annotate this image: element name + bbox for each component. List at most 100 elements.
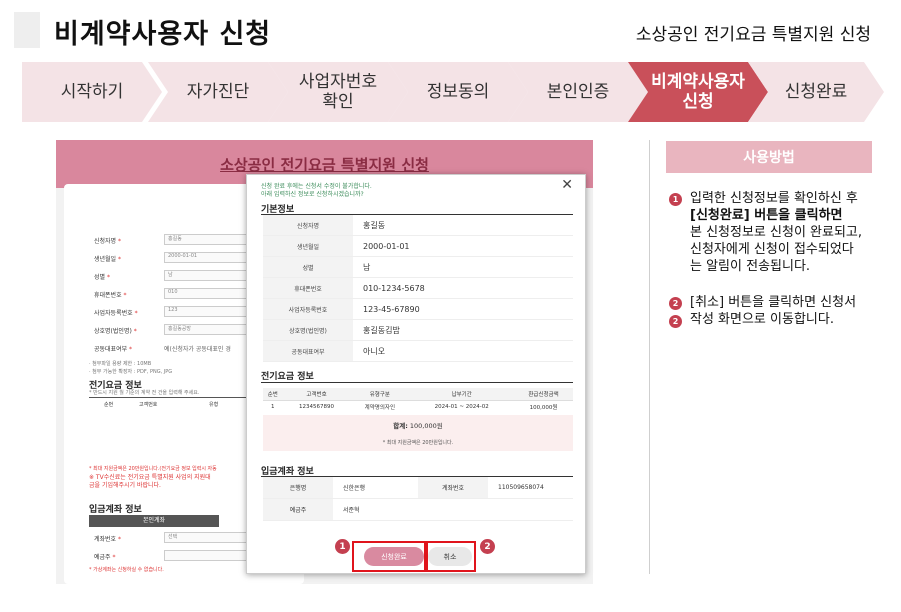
col-header: 환급신청금액: [514, 388, 573, 401]
form-banner-title: 소상공인 전기요금 특별지원 신청: [220, 156, 429, 174]
info-row: 성별 남: [263, 257, 573, 278]
holder-value: 서준혁: [343, 507, 360, 514]
bank-value: 신한은행: [343, 485, 366, 492]
divider: [261, 382, 573, 383]
info-label: 휴대폰번호: [263, 278, 353, 298]
elec-table: 순번 고객번호 유형구분 납부기간 환급신청금액 1 1234567890 계약…: [263, 388, 573, 413]
bg-field-input[interactable]: 홍길동공방: [164, 324, 254, 335]
info-label: 상호명(법인명): [263, 320, 353, 340]
step-business-number: 사업자번호 확인: [268, 62, 408, 122]
bg-field-label: 신청자명 *: [94, 238, 122, 245]
info-row: 상호명(법인명) 홍길동김밥: [263, 320, 573, 341]
notice-line: 신청 완료 후에는 신청서 수정이 불가합니다.: [261, 183, 372, 190]
step-start: 시작하기: [22, 62, 162, 122]
progress-steps: 시작하기 자가진단 사업자번호 확인 정보동의 본인인증 비계약사용자 신청 신…: [22, 62, 884, 122]
info-value: 123-45-67890: [363, 304, 420, 314]
col-header: 납부기간: [409, 388, 515, 401]
step-non-contract-apply: 비계약사용자 신청: [628, 62, 768, 122]
bg-field-input[interactable]: 홍길동: [164, 234, 254, 245]
info-value: 아니오: [363, 346, 386, 356]
info-value: 010-1234-5678: [363, 283, 425, 293]
modal-notice: 신청 완료 후에는 신청서 수정이 불가합니다. 아래 입력하신 정보로 신청하…: [261, 183, 372, 199]
usage-step-2: [취소] 버튼을 클릭하면 신청서 작성 화면으로 이동합니다.: [690, 294, 856, 328]
col-header: 고객번호: [282, 388, 351, 401]
usage-line: [신청완료] 버튼을 클릭하면: [690, 208, 843, 223]
table-cell: 1234567890: [299, 403, 335, 410]
usage-line: [취소] 버튼을 클릭하면 신청서: [690, 295, 857, 310]
col-header: 유형구분: [350, 388, 410, 401]
account-number-label: 계좌번호: [418, 477, 488, 498]
bg-holder-input[interactable]: [164, 550, 254, 561]
sum-label: 합계:: [393, 422, 408, 430]
highlight-submit: [352, 541, 426, 572]
usage-line: 입력한 신청정보를 확인하신 후: [690, 191, 858, 206]
usage-badge-2b: 2: [669, 315, 682, 328]
bg-file-note: · 첨부 가능한 확장자 : PDF, PNG, JPG: [89, 369, 173, 375]
holder-label: 예금주: [263, 499, 333, 520]
bg-field-label: 예금주 *: [94, 554, 116, 561]
step-identity-verify: 본인인증: [508, 62, 648, 122]
account-row: 예금주 서준혁: [263, 499, 573, 521]
page-title: 비계약사용자 신청: [54, 19, 272, 50]
usage-badge-2: 2: [669, 297, 682, 310]
table-cell: 2024-01 ~ 2024-02: [434, 403, 489, 410]
sum-note: * 최대 지원금액은 20만원입니다.: [382, 440, 454, 446]
sum-value: 100,000원: [409, 422, 443, 430]
usage-step-1: 입력한 신청정보를 확인하신 후 [신청완료] 버튼을 클릭하면 본 신청정보로…: [690, 190, 862, 275]
bg-field-label: 사업자등록번호 *: [94, 310, 138, 317]
bg-field-input[interactable]: 010: [164, 288, 254, 299]
bg-col: 순번: [104, 402, 114, 408]
confirm-modal: ✕ 신청 완료 후에는 신청서 수정이 불가합니다. 아래 입력하신 정보로 신…: [246, 174, 586, 574]
step-complete: 신청완료: [748, 62, 884, 122]
info-row: 생년월일 2000-01-01: [263, 236, 573, 257]
info-label: 사업자등록번호: [263, 299, 353, 319]
table-row: 1 1234567890 계약명의자인 2024-01 ~ 2024-02 10…: [263, 400, 573, 413]
info-label: 생년월일: [263, 236, 353, 256]
table-header-row: 순번 고객번호 유형구분 납부기간 환급신청금액: [263, 388, 573, 401]
info-row: 공동대표여부 아니오: [263, 341, 573, 362]
close-icon[interactable]: ✕: [561, 177, 573, 193]
info-label: 신청자명: [263, 215, 353, 235]
bg-field-label: 휴대폰번호 *: [94, 292, 127, 299]
usage-badge-1: 1: [669, 193, 682, 206]
header-decoration: [14, 12, 40, 48]
bg-bank-select[interactable]: 선택: [164, 532, 254, 543]
usage-line: 신청자에게 신청이 접수되었다: [690, 242, 854, 257]
sum-text: 합계: 100,000원: [263, 420, 573, 430]
bg-elec-note: * 반드시 지원 월 기준의 계약 전 건을 입력해 주세요.: [89, 390, 200, 396]
bg-field-label: 성별 *: [94, 274, 110, 281]
bg-field-input[interactable]: 123: [164, 306, 254, 317]
step-info-consent: 정보동의: [388, 62, 528, 122]
bg-cofounder-option[interactable]: 예(신청자가 공동대표인 경: [164, 344, 231, 353]
bg-field-label: 계좌번호 *: [94, 536, 122, 543]
usage-line: 본 신청정보로 신청이 완료되고,: [690, 225, 863, 240]
bg-field-label: 상호명(법인명) *: [94, 328, 137, 335]
bank-label: 은행명: [263, 477, 333, 498]
table-cell: 1: [271, 403, 275, 410]
panel-divider: [649, 140, 650, 574]
col-header: 순번: [263, 388, 283, 401]
bg-col: 고객번호: [139, 402, 158, 408]
step-badge-2: 2: [480, 539, 495, 554]
highlight-cancel: [426, 541, 476, 572]
table-cell: 계약명의자인: [364, 404, 396, 411]
info-label: 공동대표여부: [263, 341, 353, 361]
account-row: 은행명 신한은행 계좌번호 110509658074: [263, 477, 573, 499]
info-row: 사업자등록번호 123-45-67890: [263, 299, 573, 320]
step-self-check: 자가진단: [148, 62, 288, 122]
info-value: 남: [363, 262, 371, 272]
bg-field-input[interactable]: 남: [164, 270, 254, 281]
table-cell: 100,000원: [529, 404, 558, 411]
elec-info-title: 전기요금 정보: [261, 372, 314, 382]
bg-field-label: 생년월일 *: [94, 256, 122, 263]
step-badge-1: 1: [335, 539, 350, 554]
info-row: 신청자명 홍길동: [263, 215, 573, 236]
bg-file-note: · 첨부파일 용량 제한 : 10MB: [89, 361, 152, 367]
info-row: 휴대폰번호 010-1234-5678: [263, 278, 573, 299]
usage-line: 는 알림이 전송됩니다.: [690, 259, 811, 274]
bg-field-input[interactable]: 2000-01-01: [164, 252, 254, 263]
bg-account-section: 입금계좌 정보: [89, 505, 142, 515]
info-value: 홍길동김밥: [363, 325, 400, 335]
info-value: 2000-01-01: [363, 241, 410, 251]
bg-account-tab[interactable]: 본인계좌: [89, 515, 219, 527]
